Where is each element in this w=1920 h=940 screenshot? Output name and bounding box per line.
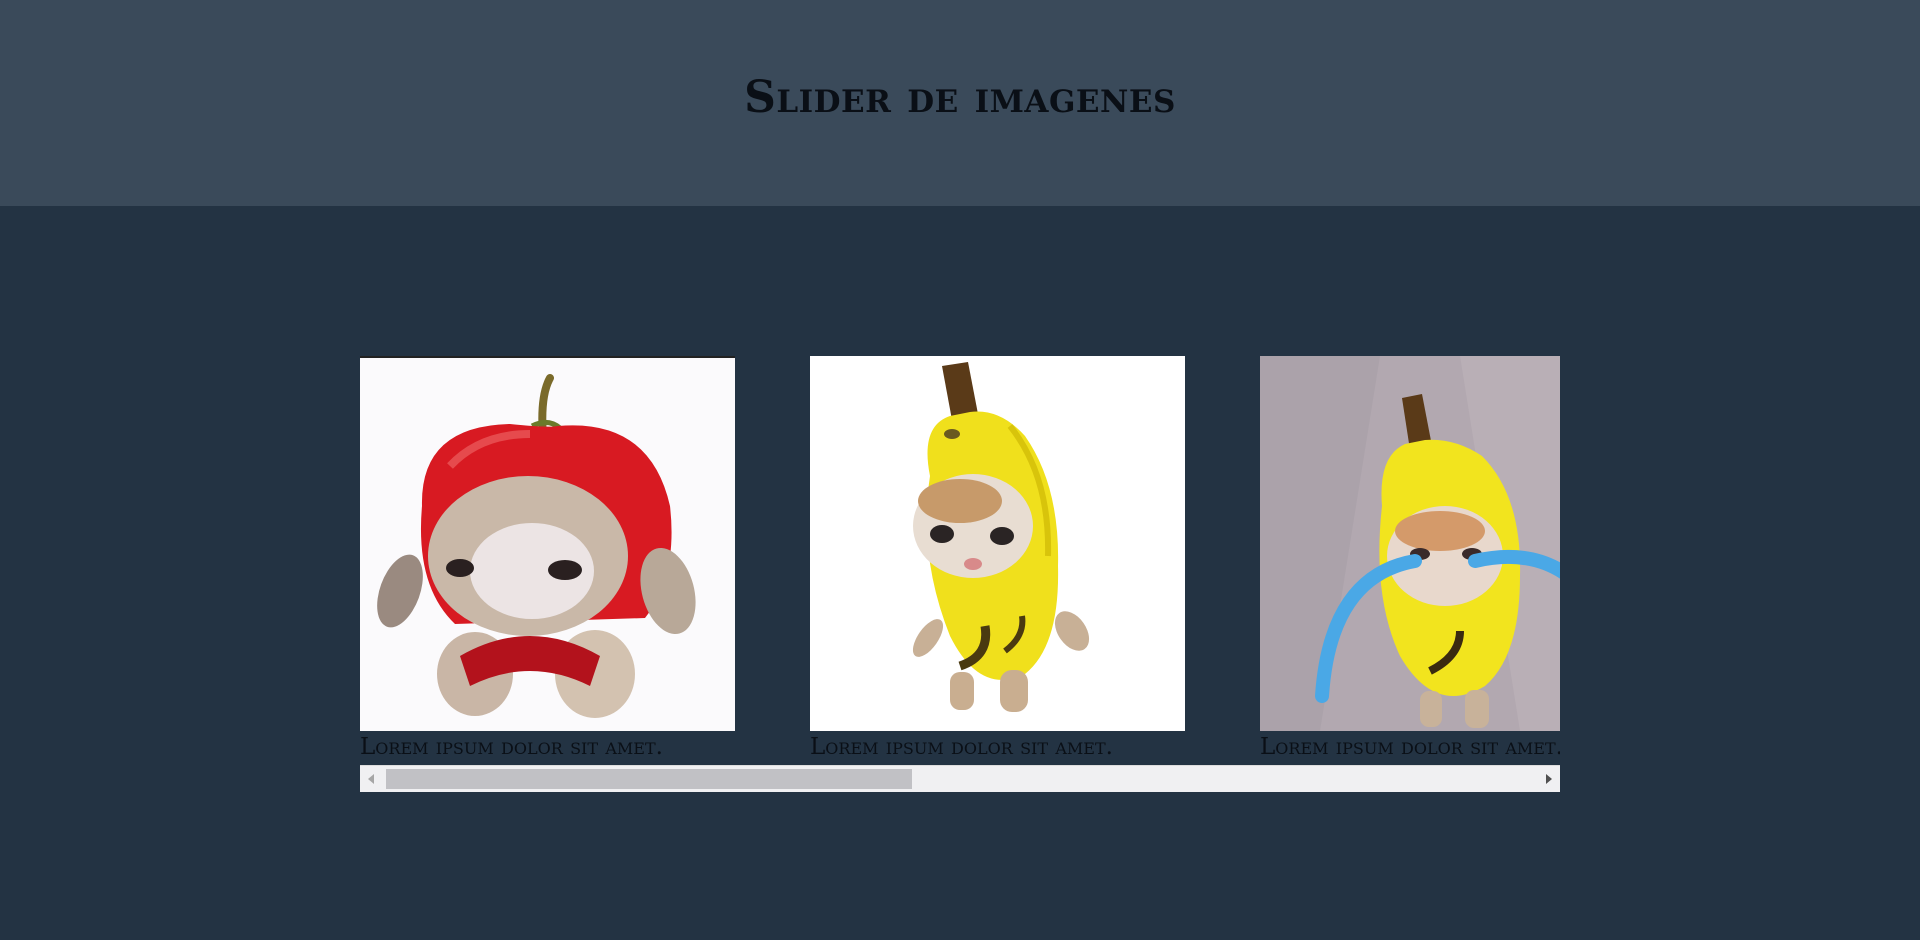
- slide-item: Lorem ipsum dolor sit amet.: [1260, 356, 1560, 759]
- slide-caption: Lorem ipsum dolor sit amet.: [1260, 734, 1560, 760]
- scroll-left-arrow-icon[interactable]: [368, 774, 374, 784]
- slide-item: Lorem ipsum dolor sit amet.: [360, 356, 735, 759]
- image-slider[interactable]: Lorem ipsum dolor sit amet. Lorem ipsum …: [360, 356, 1560, 764]
- page-header: Slider de imagenes: [0, 0, 1920, 206]
- scrollbar-thumb[interactable]: [386, 769, 912, 789]
- banana-cat-image: [810, 356, 1185, 731]
- slide-item: Lorem ipsum dolor sit amet.: [810, 356, 1185, 759]
- slider-track: Lorem ipsum dolor sit amet. Lorem ipsum …: [360, 356, 1560, 764]
- apple-cat-image: [360, 356, 735, 731]
- slide-caption: Lorem ipsum dolor sit amet.: [360, 734, 663, 760]
- scroll-right-arrow-icon[interactable]: [1546, 774, 1552, 784]
- horizontal-scrollbar[interactable]: [360, 765, 1560, 792]
- page-title: Slider de imagenes: [744, 72, 1176, 123]
- slide-caption: Lorem ipsum dolor sit amet.: [810, 734, 1113, 760]
- crying-banana-cat-image: [1260, 356, 1560, 731]
